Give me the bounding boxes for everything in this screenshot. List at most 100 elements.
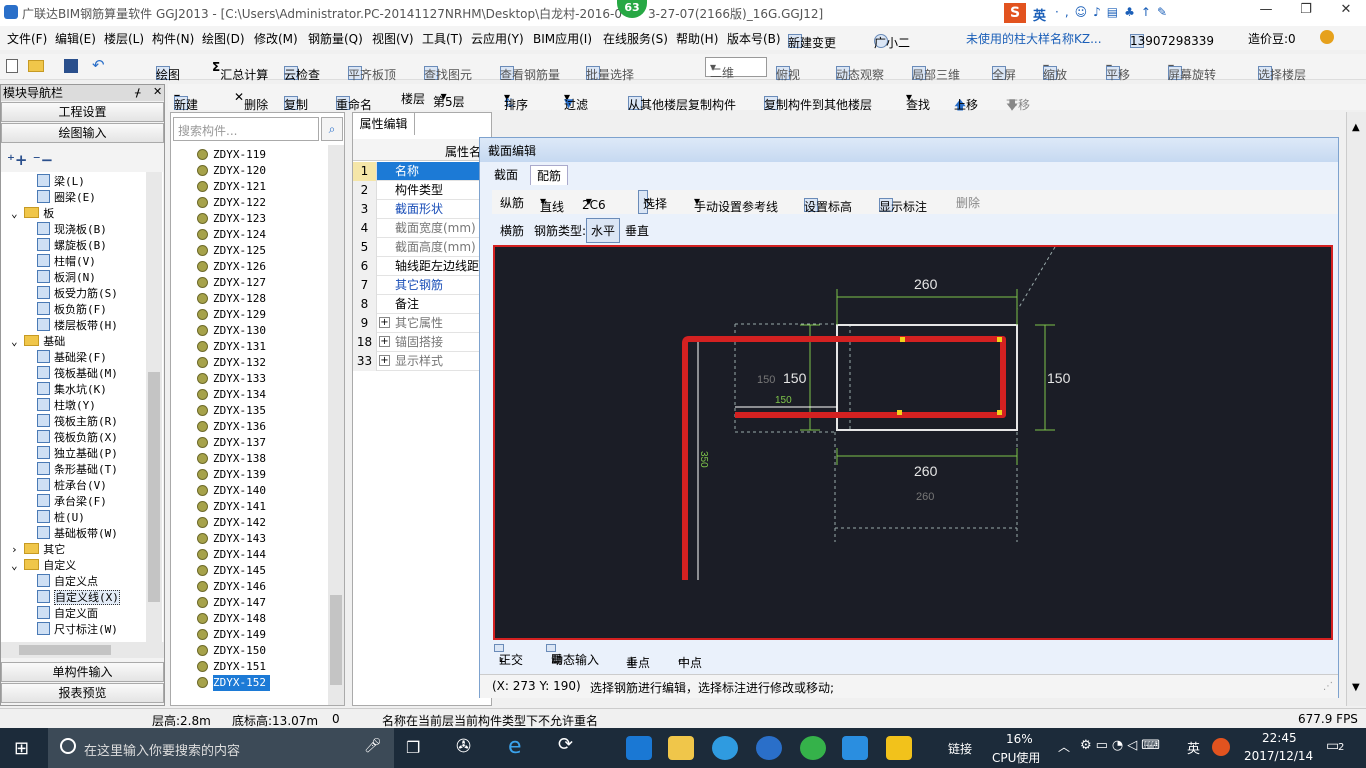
tray-sogou-icon[interactable] xyxy=(1212,738,1230,756)
tree-folder[interactable]: ⌄ 基础 xyxy=(11,334,65,350)
unused-column-notice[interactable]: 未使用的柱大样名称KZ... xyxy=(966,30,1102,47)
ime-mode-label[interactable]: 英 xyxy=(1033,5,1046,24)
rebar-point-tr[interactable] xyxy=(997,337,1002,342)
tree-scroll-thumb[interactable] xyxy=(148,372,160,602)
tree-collapse-icon[interactable]: ⌄ xyxy=(11,207,24,220)
browser-g-icon[interactable] xyxy=(756,736,782,760)
save-icon[interactable] xyxy=(64,59,78,73)
component-list-item[interactable]: ZDYX-137 xyxy=(197,435,270,451)
tree-expand-icon[interactable]: › xyxy=(11,543,24,556)
transverse-rebar-label[interactable]: 横筋 xyxy=(500,222,524,239)
view-mode-select[interactable]: 二维 ▾ xyxy=(705,57,767,80)
sort-button[interactable]: ⇅ 排序 ▾ xyxy=(504,90,528,112)
longitudinal-rebar-label[interactable]: 纵筋 xyxy=(500,194,524,211)
component-list-item[interactable]: ZDYX-133 xyxy=(197,371,270,387)
tree-item[interactable]: 现浇板(B) xyxy=(37,222,107,238)
component-list-item[interactable]: ZDYX-146 xyxy=(197,579,270,595)
menu-help[interactable]: 帮助(H) xyxy=(676,30,718,47)
component-list-item[interactable]: ZDYX-142 xyxy=(197,515,270,531)
component-search-input[interactable]: 搜索构件... xyxy=(173,117,319,141)
tree-item[interactable]: 集水坑(K) xyxy=(37,382,107,398)
tree-item[interactable]: 柱帽(V) xyxy=(37,254,96,270)
green-e-icon[interactable] xyxy=(800,736,826,760)
component-list-item[interactable]: ZDYX-145 xyxy=(197,563,270,579)
menu-modify[interactable]: 修改(M) xyxy=(254,30,298,47)
task-view-icon[interactable]: ❐ xyxy=(406,738,420,757)
component-list-item[interactable]: ZDYX-129 xyxy=(197,307,270,323)
draw-input-button[interactable]: 绘图输入 xyxy=(1,123,164,143)
tree-item[interactable]: 楼层板带(H) xyxy=(37,318,118,334)
menu-cloud[interactable]: 云应用(Y) xyxy=(471,30,524,47)
glodon-app-icon[interactable] xyxy=(842,736,868,760)
tree-item[interactable]: 自定义线(X) xyxy=(37,590,120,606)
tree-folder[interactable]: ⌄ 板 xyxy=(11,206,54,222)
summary-calc-button[interactable]: Σ 汇总计算 xyxy=(212,60,268,82)
taskbar-search-placeholder[interactable]: 在这里输入你要搜索的内容 xyxy=(84,740,240,759)
component-list-item[interactable]: ZDYX-128 xyxy=(197,291,270,307)
property-row[interactable]: 18 + 锚固搭接 xyxy=(353,333,493,352)
dim-bottom-label[interactable]: 260 xyxy=(914,463,938,479)
clock-time[interactable]: 22:45 xyxy=(1262,731,1297,745)
component-list-item[interactable]: ZDYX-126 xyxy=(197,259,270,275)
property-row[interactable]: 3 截面形状 xyxy=(353,200,493,219)
tree-collapse-icon[interactable]: ⌄ xyxy=(11,335,24,348)
select-tool-button[interactable]: ↖ 选择 xyxy=(638,190,667,214)
property-row[interactable]: 6 轴线距左边线距 xyxy=(353,257,493,276)
rebar-point-tl[interactable] xyxy=(900,337,905,342)
component-list-item[interactable]: ZDYX-122 xyxy=(197,195,270,211)
tree-folder[interactable]: ⌄ 自定义 xyxy=(11,558,76,574)
menu-more-icon[interactable] xyxy=(1320,30,1334,44)
delete-rebar-button[interactable]: 删除 xyxy=(956,194,980,211)
tree-item[interactable]: 板受力筋(S) xyxy=(37,286,118,302)
tree-hscrollbar[interactable] xyxy=(1,642,164,658)
tree-item[interactable]: 尺寸标注(W) xyxy=(37,622,118,638)
expand-plus-icon[interactable]: + xyxy=(379,317,390,328)
tree-item[interactable]: 条形基础(T) xyxy=(37,462,118,478)
panel-close-icon[interactable]: ✕ xyxy=(153,85,162,98)
notification-count[interactable]: 2 xyxy=(1338,742,1344,753)
dim-bottom-gray-label[interactable]: 260 xyxy=(916,491,934,503)
component-list-item[interactable]: ZDYX-139 xyxy=(197,467,270,483)
tree-folder[interactable]: › 其它 xyxy=(11,542,65,558)
dim-vertical-label[interactable]: 350 xyxy=(698,451,709,468)
undo-icon[interactable]: ↶ xyxy=(92,56,105,74)
new-component-button[interactable]: 新建 ▾ xyxy=(174,90,198,112)
clock-date[interactable]: 2017/12/14 xyxy=(1244,749,1313,763)
component-list-item[interactable]: ZDYX-135 xyxy=(197,403,270,419)
menu-draw[interactable]: 绘图(D) xyxy=(202,30,245,47)
tree-item[interactable]: 承台梁(F) xyxy=(37,494,107,510)
restore-button[interactable]: ❐ xyxy=(1286,2,1326,22)
tree-item[interactable]: 板洞(N) xyxy=(37,270,96,286)
minimize-button[interactable]: — xyxy=(1246,2,1286,22)
menu-version[interactable]: 版本号(B) xyxy=(727,30,781,47)
tree-scrollbar[interactable] xyxy=(146,172,162,642)
file-explorer-icon[interactable] xyxy=(668,736,694,760)
tab-reinforcement[interactable]: 配筋 xyxy=(530,165,569,185)
new-file-icon[interactable] xyxy=(6,59,18,73)
property-row[interactable]: 8 备注 xyxy=(353,295,493,314)
component-list-item[interactable]: ZDYX-141 xyxy=(197,499,270,515)
menu-bim[interactable]: BIM应用(I) xyxy=(533,30,592,47)
tab-property-edit[interactable]: 属性编辑 xyxy=(353,113,415,135)
menu-new-change[interactable]: 新建变更 ▾ xyxy=(788,30,836,50)
ortho-button[interactable]: ⟀ 正交 xyxy=(494,644,523,667)
rebar-point-br[interactable] xyxy=(997,410,1002,415)
component-list-item[interactable]: ZDYX-150 xyxy=(197,643,270,659)
component-list-item[interactable]: ZDYX-140 xyxy=(197,483,270,499)
tree-item[interactable]: 筏板基础(M) xyxy=(37,366,118,382)
menu-component[interactable]: 构件(N) xyxy=(152,30,194,47)
component-list-scrollbar[interactable] xyxy=(328,145,344,705)
expand-plus-icon[interactable]: + xyxy=(379,336,390,347)
property-row[interactable]: 5 截面高度(mm) xyxy=(353,238,493,257)
tree-item[interactable]: 自定义面 xyxy=(37,606,98,622)
component-list-item[interactable]: ZDYX-132 xyxy=(197,355,270,371)
rebar-stirrup-path[interactable] xyxy=(682,336,1006,580)
component-list-item[interactable]: ZDYX-152 xyxy=(197,675,270,691)
component-list-item[interactable]: ZDYX-149 xyxy=(197,627,270,643)
component-list-item[interactable]: ZDYX-143 xyxy=(197,531,270,547)
scroll-up-icon[interactable]: ▲ xyxy=(1352,122,1360,133)
tree-item[interactable]: 圈梁(E) xyxy=(37,190,96,206)
ie-icon[interactable] xyxy=(712,736,738,760)
menu-tools[interactable]: 工具(T) xyxy=(422,30,463,47)
dim-top-label[interactable]: 260 xyxy=(914,276,938,292)
